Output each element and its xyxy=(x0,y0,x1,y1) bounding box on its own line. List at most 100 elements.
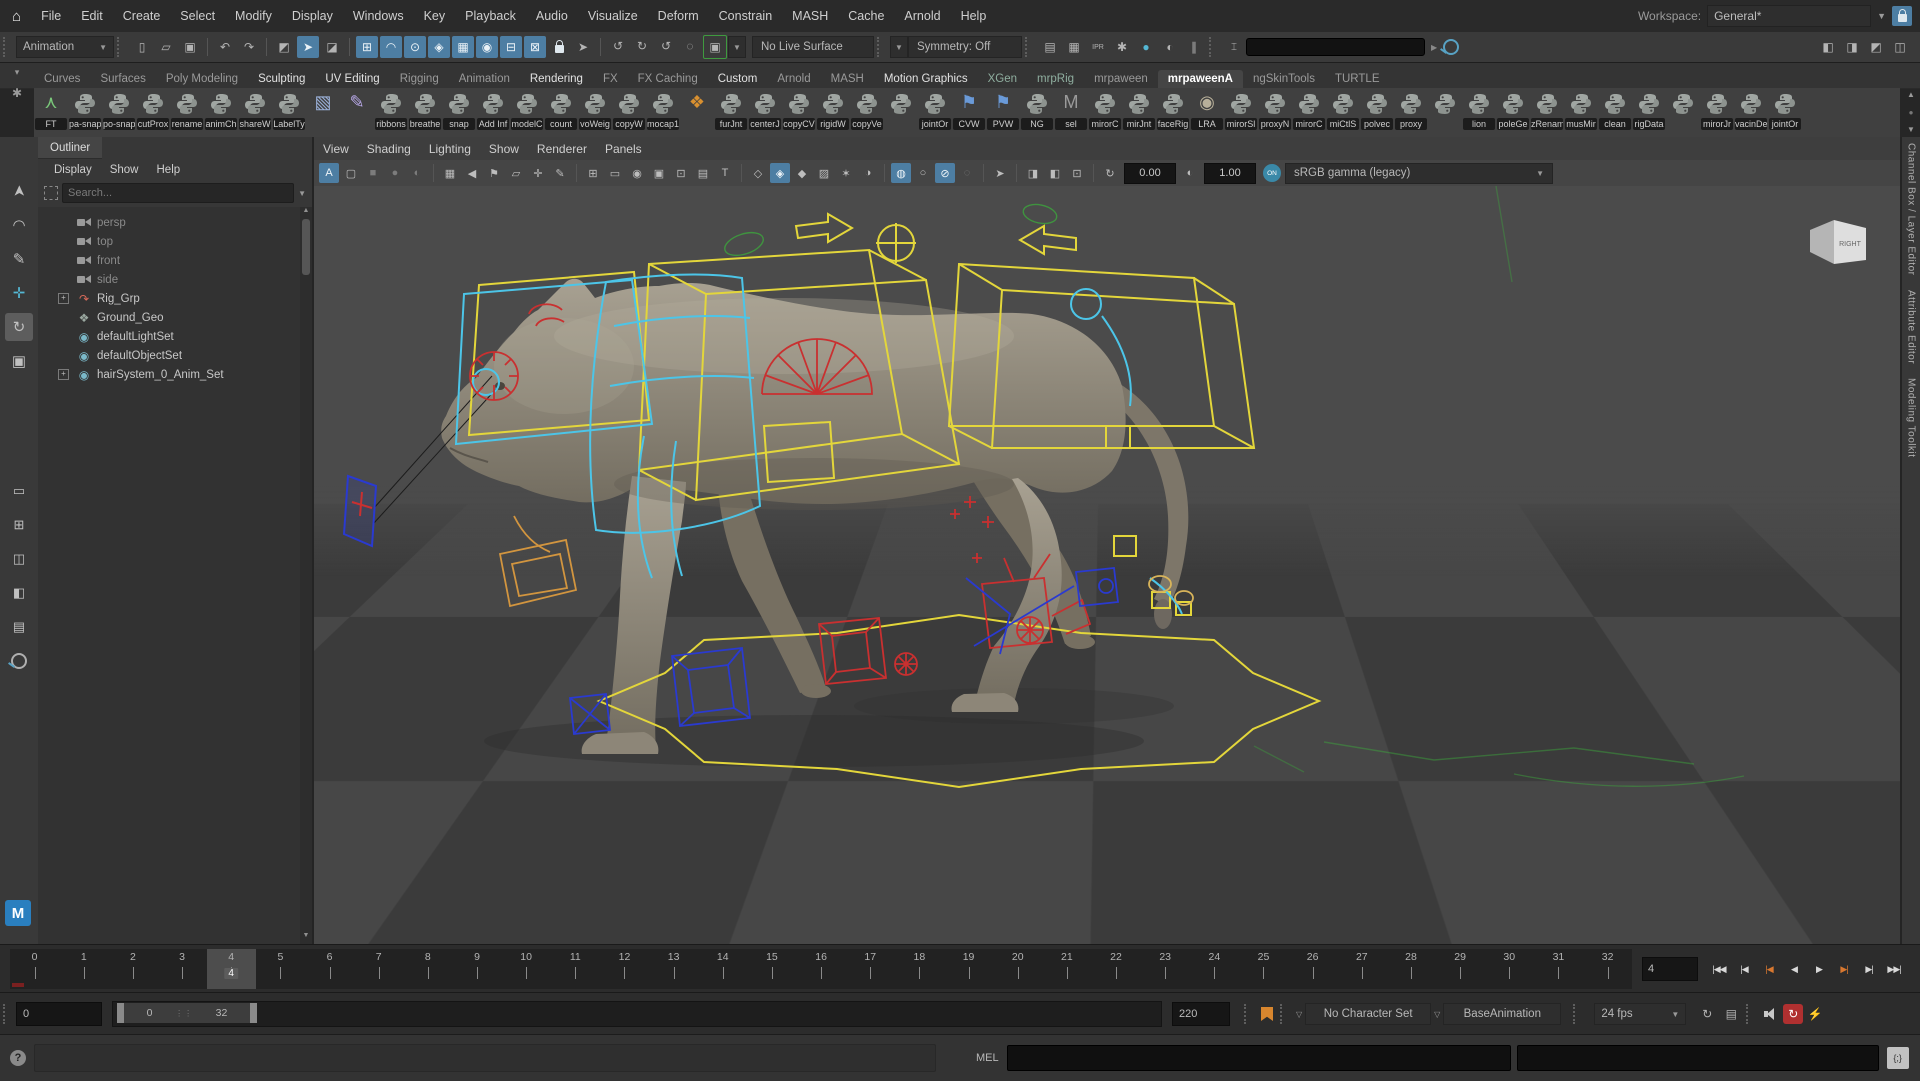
bookmark-camera-icon[interactable]: ◀ xyxy=(462,163,482,183)
shelf-tab-fx[interactable]: FX xyxy=(593,70,628,88)
shaded-display-icon[interactable]: ■ xyxy=(363,163,383,183)
timeline-frame-13[interactable]: 13 xyxy=(649,949,698,989)
icon-hypershade-sphere-icon[interactable]: ● xyxy=(1135,36,1157,58)
shelf-tab-poly-modeling[interactable]: Poly Modeling xyxy=(156,70,248,88)
shelf-button-count[interactable]: count xyxy=(544,90,578,134)
step-forward-frame-button[interactable]: ▶| xyxy=(1858,958,1880,980)
shelf-tab-animation[interactable]: Animation xyxy=(449,70,520,88)
region-crop-icon[interactable]: ⊡ xyxy=(1067,163,1087,183)
icon-open-scene-icon[interactable]: ▱ xyxy=(155,36,177,58)
shelf-tab-rendering[interactable]: Rendering xyxy=(520,70,593,88)
shelf-button-pvw[interactable]: ⚑PVW xyxy=(986,90,1020,134)
icon-toggle-all-panels-icon[interactable]: ◫ xyxy=(1889,36,1911,58)
loop-playback-icon[interactable]: ↻ xyxy=(1696,1003,1718,1025)
menu-create[interactable]: Create xyxy=(113,9,171,23)
shelf-tab-arnold[interactable]: Arnold xyxy=(767,70,820,88)
menu-constrain[interactable]: Constrain xyxy=(709,9,783,23)
snapshot-b-icon[interactable]: ◧ xyxy=(1045,163,1065,183)
gamma-icon[interactable]: ◐ xyxy=(1180,163,1200,183)
icon-undo-icon[interactable]: ↶ xyxy=(214,36,236,58)
shelf-button-lion[interactable]: lion xyxy=(1462,90,1496,134)
shelf-button-centerj[interactable]: centerJ xyxy=(748,90,782,134)
outliner-item-persp[interactable]: persp xyxy=(38,213,300,232)
symmetry-field[interactable]: Symmetry: Off xyxy=(908,36,1022,58)
timeline-frame-23[interactable]: 23 xyxy=(1141,949,1190,989)
shadows-icon[interactable]: ◑ xyxy=(858,163,878,183)
chevron-down-icon[interactable]: ▼ xyxy=(728,36,746,58)
menu-visualize[interactable]: Visualize xyxy=(578,9,648,23)
viewport-menu-shading[interactable]: Shading xyxy=(358,142,420,156)
timeline-frame-3[interactable]: 3 xyxy=(157,949,206,989)
drag-handle[interactable] xyxy=(1280,1004,1288,1024)
2d-pan-zoom-icon[interactable]: ✛ xyxy=(528,163,548,183)
outliner-menu-display[interactable]: Display xyxy=(46,164,100,176)
timeline-frame-15[interactable]: 15 xyxy=(747,949,796,989)
shelf-button-breathe[interactable]: breathe xyxy=(408,90,442,134)
gate-mask-icon[interactable]: ▣ xyxy=(649,163,669,183)
refresh-exposure-icon[interactable]: ↻ xyxy=(1100,163,1120,183)
expand-icon[interactable]: + xyxy=(58,369,69,380)
icon-snap-to-projected-center-icon[interactable]: ◈ xyxy=(428,36,450,58)
shelf-tab-curves[interactable]: Curves xyxy=(34,70,90,88)
workspace-dropdown[interactable]: General* xyxy=(1707,5,1871,27)
menu-modify[interactable]: Modify xyxy=(225,9,282,23)
shelf-tab-ngskintools[interactable]: ngSkinTools xyxy=(1243,70,1325,88)
viewport-menu-lighting[interactable]: Lighting xyxy=(420,142,480,156)
shelf-button-zrenam[interactable]: zRenam xyxy=(1530,90,1564,134)
shelf-button-polvec[interactable]: polvec xyxy=(1360,90,1394,134)
shelf-button-mirorjr[interactable]: mirorJr xyxy=(1700,90,1734,134)
menu-mash[interactable]: MASH xyxy=(782,9,838,23)
timeline-frame-18[interactable]: 18 xyxy=(895,949,944,989)
timeline-frame-27[interactable]: 27 xyxy=(1337,949,1386,989)
camera-attributes-icon[interactable]: ▦ xyxy=(440,163,460,183)
drag-handle[interactable] xyxy=(3,37,11,57)
icon-construction-history-on-icon[interactable]: ▣ xyxy=(703,35,727,59)
icon-lookdev-sphere-icon[interactable]: ◐ xyxy=(1159,36,1181,58)
viewport-select-icon[interactable]: ➤ xyxy=(990,163,1010,183)
timeline-frame-8[interactable]: 8 xyxy=(403,949,452,989)
outliner-filter-icon[interactable] xyxy=(44,186,58,200)
shelf-button-empty[interactable] xyxy=(1428,90,1462,134)
workspace-lock-icon[interactable] xyxy=(1892,6,1912,26)
outliner-item-ground-geo[interactable]: ❖Ground_Geo xyxy=(38,308,300,327)
drag-handle[interactable] xyxy=(3,1004,11,1024)
shelf-button-copyw[interactable]: copyW xyxy=(612,90,646,134)
mute-audio-icon[interactable] xyxy=(1760,1003,1782,1025)
playblast-icon[interactable]: ▤ xyxy=(1720,1003,1742,1025)
snapshot-a-icon[interactable]: ◨ xyxy=(1023,163,1043,183)
drag-handle[interactable] xyxy=(877,37,885,57)
layout-single-pane[interactable]: ▭ xyxy=(5,477,33,505)
textured-display-icon[interactable]: A xyxy=(319,163,339,183)
layout-four-pane[interactable]: ⊞ xyxy=(5,511,33,539)
timeline-frame-20[interactable]: 20 xyxy=(993,949,1042,989)
go-to-start-button[interactable]: |◀◀ xyxy=(1708,958,1730,980)
menu-deform[interactable]: Deform xyxy=(648,9,709,23)
motion-blur-icon[interactable]: ⊘ xyxy=(935,163,955,183)
timeline-frame-0[interactable]: 0 xyxy=(10,949,59,989)
grease-pencil-icon[interactable]: ✎ xyxy=(550,163,570,183)
menu-display[interactable]: Display xyxy=(282,9,343,23)
icon-input-connections-icon[interactable]: ⊟ xyxy=(500,36,522,58)
shelf-tab-turtle[interactable]: TURTLE xyxy=(1325,70,1390,88)
timeline-frame-19[interactable]: 19 xyxy=(944,949,993,989)
timeline-frame-25[interactable]: 25 xyxy=(1239,949,1288,989)
menu-playback[interactable]: Playback xyxy=(455,9,526,23)
shelf-button-mirorc[interactable]: mirorC xyxy=(1292,90,1326,134)
timeline-frame-5[interactable]: 5 xyxy=(256,949,305,989)
shelf-button-mictls[interactable]: miCtlS xyxy=(1326,90,1360,134)
shelf-tab-mash[interactable]: MASH xyxy=(821,70,874,88)
shelf-button-ribbons[interactable]: ribbons xyxy=(374,90,408,134)
resolution-gate-icon[interactable]: ◉ xyxy=(627,163,647,183)
chevron-down-icon[interactable]: ▽ xyxy=(1434,1010,1440,1019)
timeline-frame-1[interactable]: 1 xyxy=(59,949,108,989)
character-set-dropdown[interactable]: No Character Set xyxy=(1305,1003,1431,1025)
timeline-frame-28[interactable]: 28 xyxy=(1386,949,1435,989)
current-frame-field[interactable] xyxy=(1642,957,1698,981)
shelf-button-voweig[interactable]: voWeig xyxy=(578,90,612,134)
range-handle-right[interactable] xyxy=(250,1003,257,1023)
script-editor-icon[interactable]: {;} xyxy=(1887,1047,1909,1069)
timeline-frame-26[interactable]: 26 xyxy=(1288,949,1337,989)
anti-aliasing-icon[interactable]: ○ xyxy=(913,163,933,183)
icon-toggle-top-panels-icon[interactable]: ◩ xyxy=(1865,36,1887,58)
shelf-tab-mrprig[interactable]: mrpRig xyxy=(1027,70,1084,88)
